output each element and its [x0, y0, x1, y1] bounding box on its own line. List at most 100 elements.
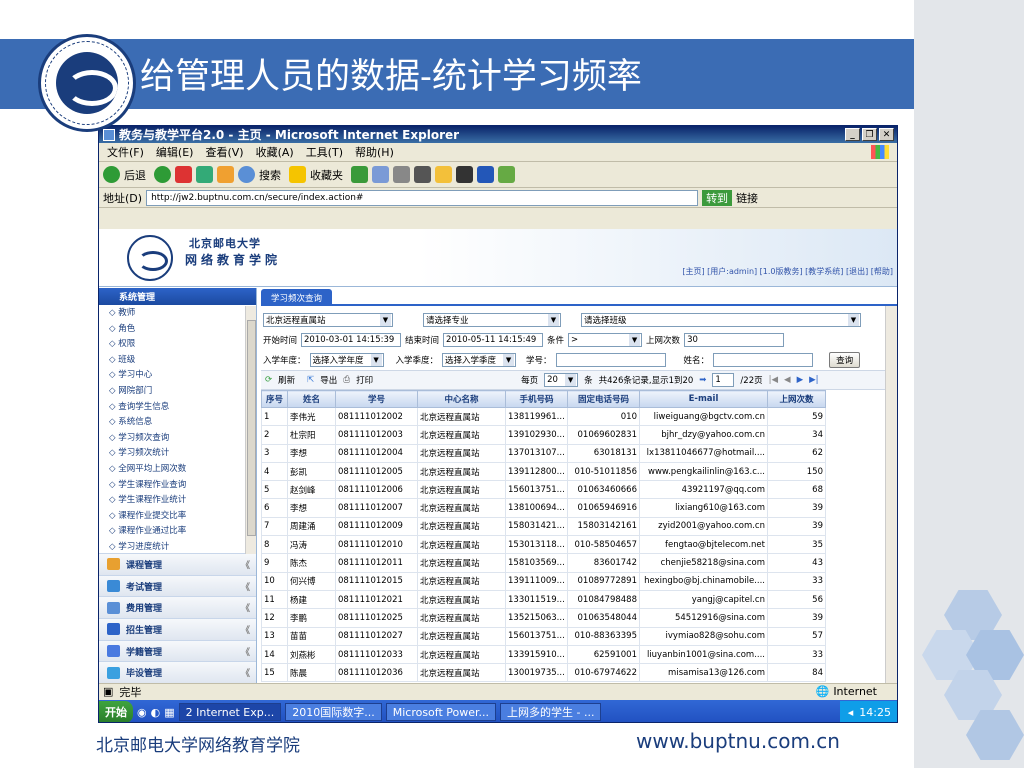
content-scrollbar[interactable]: [885, 306, 897, 683]
menu-file[interactable]: 文件(F): [107, 144, 144, 160]
footer-url[interactable]: www.buptnu.com.cn: [636, 729, 840, 753]
scroll-thumb[interactable]: [247, 320, 256, 536]
close-button[interactable]: ✕: [879, 128, 894, 141]
menu-view[interactable]: 查看(V): [205, 144, 243, 160]
sidebar-item[interactable]: ◇ 学习频次查询: [109, 431, 256, 447]
query-button[interactable]: 查询: [829, 352, 861, 368]
per-page-select[interactable]: 20: [544, 373, 579, 387]
sidebar-item[interactable]: ◇ 教师: [109, 306, 256, 322]
export-button[interactable]: 导出: [320, 374, 337, 386]
table-row[interactable]: 3 李想 081111012004 北京远程直属站 137013107... 630181…: [261, 443, 826, 463]
table-row[interactable]: 10 何兴博 081111012015 北京远程直属站 139111009... 0108…: [261, 571, 826, 591]
taskbar-item-ie[interactable]: 2 Internet Exp...: [178, 703, 282, 721]
restore-button[interactable]: ❐: [862, 128, 877, 141]
major-select[interactable]: 请选择专业: [423, 313, 561, 327]
table-row[interactable]: 15 陈晨 081111012036 北京远程直属站 130019735... 010-6…: [261, 663, 826, 683]
sidebar-scrollbar[interactable]: [245, 306, 256, 554]
back-button[interactable]: 后退: [124, 167, 146, 183]
quicklaunch-icon[interactable]: ▦: [164, 706, 174, 719]
refresh-icon[interactable]: ⟳: [265, 375, 272, 385]
table-row[interactable]: 13 苗苗 081111012027 北京远程直属站 156013751... 010-8…: [261, 626, 826, 646]
taskbar-item-powerpoint[interactable]: Microsoft Power...: [385, 703, 497, 721]
sidebar-item[interactable]: ◇ 学生课程作业统计: [109, 493, 256, 509]
quicklaunch-icon[interactable]: ◐: [151, 706, 161, 719]
favorites-star-icon[interactable]: [289, 166, 306, 183]
sidebar-group[interactable]: 费用管理 《: [99, 596, 256, 619]
sidebar-item[interactable]: ◇ 学习频次统计: [109, 446, 256, 462]
name-input[interactable]: [713, 353, 814, 367]
next-arrow-icon[interactable]: ➡: [699, 375, 706, 385]
start-time-input[interactable]: 2010-03-01 14:15:39: [301, 333, 402, 347]
messenger-icon[interactable]: [456, 166, 473, 183]
history-icon[interactable]: [372, 166, 389, 183]
folder-icon[interactable]: [435, 166, 452, 183]
sidebar-item[interactable]: ◇ 学习中心: [109, 368, 256, 384]
sidebar-item[interactable]: ◇ 全网平均上网次数: [109, 462, 256, 478]
first-page-icon[interactable]: |◀: [769, 375, 778, 385]
table-row[interactable]: 9 陈杰 081111012011 北京远程直属站 158103569... 836017…: [261, 553, 826, 573]
toolbar-addon-icon[interactable]: [498, 166, 515, 183]
stop-icon[interactable]: [175, 166, 192, 183]
banner-links[interactable]: [主页] [用户:admin] [1.0版教务] [教学系统] [退出] [帮助…: [682, 266, 893, 277]
table-row[interactable]: 8 冯涛 081111012010 北京远程直属站 153013118... 010-58…: [261, 535, 826, 555]
menu-edit[interactable]: 编辑(E): [156, 144, 194, 160]
table-row[interactable]: 12 李鹏 081111012025 北京远程直属站 135215063... 01063…: [261, 608, 826, 628]
home-icon[interactable]: [217, 166, 234, 183]
table-row[interactable]: 7 周建涌 081111012009 北京远程直属站 158031421... 15803…: [261, 516, 826, 537]
forward-arrow-icon[interactable]: [154, 166, 171, 183]
sidebar-group[interactable]: 学籍管理 《: [99, 639, 256, 662]
refresh-icon[interactable]: [196, 166, 213, 183]
table-row[interactable]: 4 彭凯 081111012005 北京远程直属站 139112800... 010-51…: [261, 461, 826, 482]
col-header[interactable]: 固定电话号码: [567, 390, 640, 408]
col-header[interactable]: 序号: [261, 390, 288, 408]
sidebar-item[interactable]: ◇ 课程作业提交比率: [109, 509, 256, 525]
table-row[interactable]: 6 李想 081111012007 北京远程直属站 138100694... 010659…: [261, 498, 826, 518]
table-row[interactable]: 5 赵剑峰 081111012006 北京远程直属站 156013751... 01063…: [261, 480, 826, 500]
sidebar-item[interactable]: ◇ 学生课程作业查询: [109, 478, 256, 494]
col-header[interactable]: E-mail: [639, 390, 768, 408]
start-button[interactable]: 开始: [99, 701, 133, 722]
toolbar-addon-icon[interactable]: [477, 166, 494, 183]
class-select[interactable]: 请选择班级: [581, 313, 861, 327]
sidebar-item[interactable]: ◇ 角色: [109, 322, 256, 338]
table-row[interactable]: 14 刘燕彬 081111012033 北京远程直属站 133915910... 6259…: [261, 644, 826, 665]
sidebar-item[interactable]: ◇ 网院部门: [109, 384, 256, 400]
address-input[interactable]: http://jw2.buptnu.com.cn/secure/index.ac…: [146, 189, 699, 206]
col-header[interactable]: 学号: [335, 390, 418, 408]
end-time-input[interactable]: 2010-05-11 14:15:49: [443, 333, 544, 347]
col-header[interactable]: 中心名称: [417, 390, 506, 408]
prev-page-icon[interactable]: ◀: [784, 375, 791, 385]
student-no-input[interactable]: [555, 353, 666, 367]
col-header[interactable]: 手机号码: [505, 390, 568, 408]
export-icon[interactable]: ⇱: [307, 375, 314, 385]
year-select[interactable]: 选择入学年度: [309, 353, 384, 367]
count-input[interactable]: 30: [684, 333, 785, 347]
menu-tools[interactable]: 工具(T): [306, 144, 343, 160]
sidebar-item[interactable]: ◇ 查询学生信息: [109, 400, 256, 416]
sidebar-item[interactable]: ◇ 学习进度统计: [109, 540, 256, 553]
season-select[interactable]: 选择入学季度: [442, 353, 517, 367]
sidebar-group[interactable]: 考试管理 《: [99, 574, 256, 597]
search-button[interactable]: 搜索: [259, 167, 281, 183]
quicklaunch-icon[interactable]: ◉: [137, 706, 147, 719]
taskbar-item-excel[interactable]: 上网多的学生 - ...: [500, 703, 602, 721]
tab-study-frequency[interactable]: 学习频次查询: [261, 289, 333, 306]
menu-help[interactable]: 帮助(H): [355, 144, 394, 160]
sidebar-item[interactable]: ◇ 课程作业通过比率: [109, 524, 256, 540]
sidebar-group[interactable]: 毕设管理 《: [99, 661, 256, 684]
col-header[interactable]: 姓名: [287, 390, 336, 408]
sidebar-header[interactable]: 系统管理: [99, 288, 256, 305]
sidebar-group[interactable]: 课程管理 《: [99, 553, 256, 575]
page-input[interactable]: 1: [712, 373, 735, 387]
sidebar-item[interactable]: ◇ 系统信息: [109, 415, 256, 431]
print-icon[interactable]: ⎙: [343, 375, 350, 385]
refresh-button[interactable]: 刷新: [278, 374, 295, 386]
center-select[interactable]: 北京远程直属站: [263, 313, 393, 327]
table-row[interactable]: 11 杨建 081111012021 北京远程直属站 133011519... 01084…: [261, 589, 826, 610]
sidebar-item[interactable]: ◇ 权限: [109, 337, 256, 353]
sidebar-group[interactable]: 招生管理 《: [99, 618, 256, 640]
minimize-button[interactable]: _: [845, 128, 860, 141]
tray-icon[interactable]: ◂: [848, 706, 854, 719]
taskbar-item-folder[interactable]: 2010国际数字...: [285, 703, 382, 721]
menu-favorites[interactable]: 收藏(A): [256, 144, 294, 160]
